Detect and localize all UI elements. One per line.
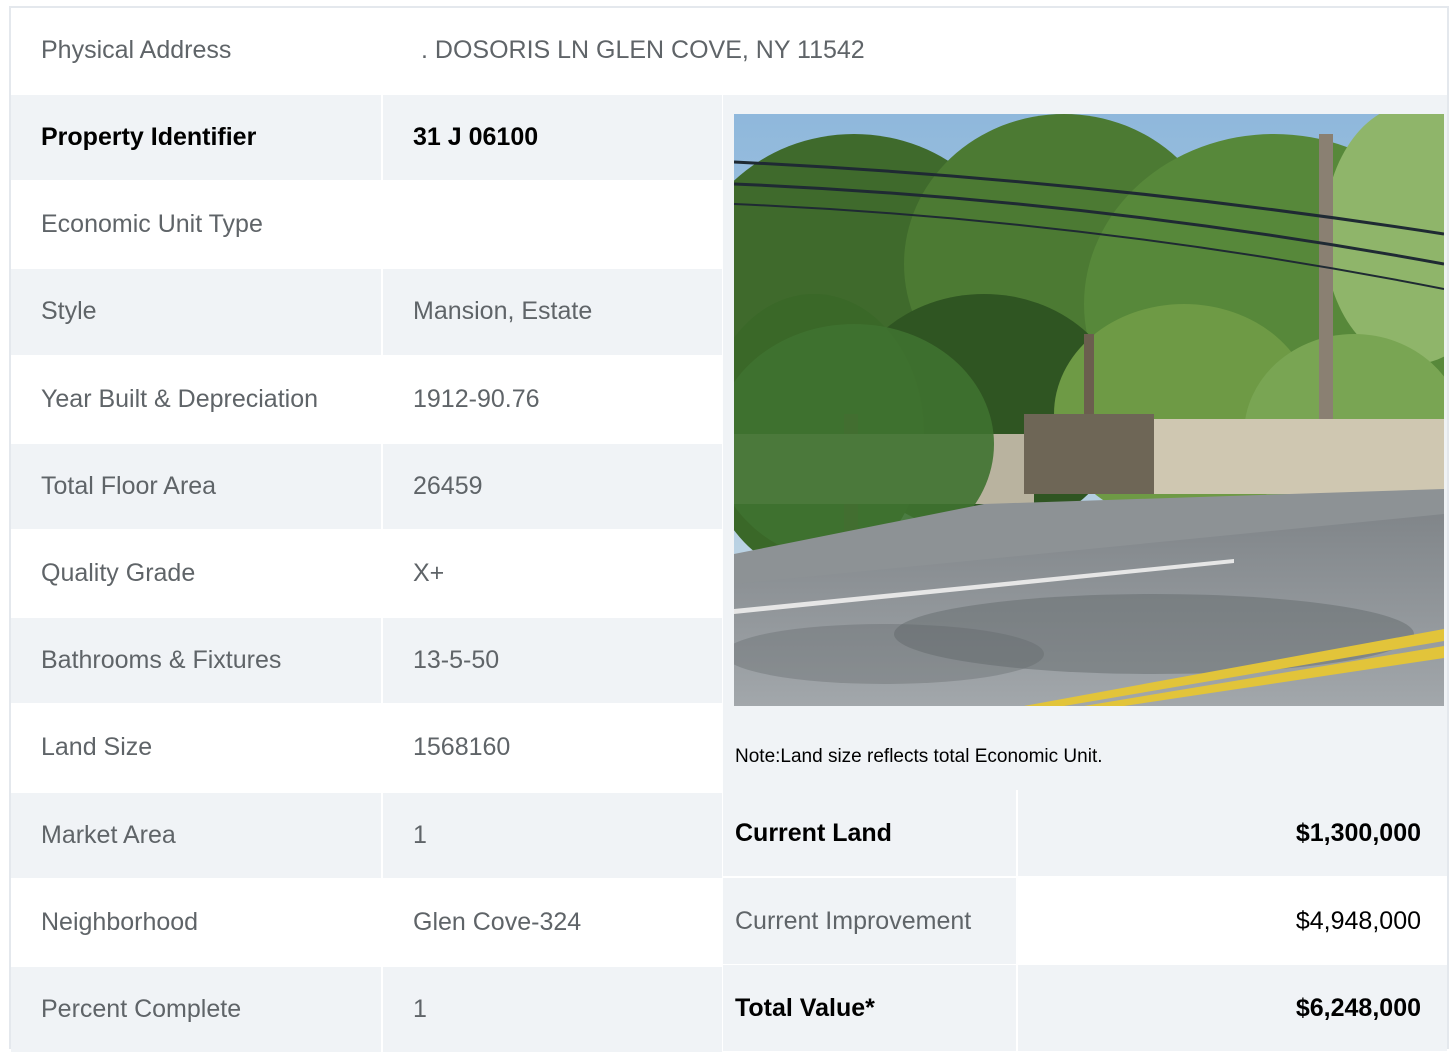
address-label: Physical Address [11, 8, 381, 93]
valuation-amount: $6,248,000 [1018, 965, 1447, 1051]
detail-label: Neighborhood [11, 879, 381, 965]
detail-label: Quality Grade [11, 531, 381, 617]
detail-value: Glen Cove-324 [383, 879, 722, 965]
detail-value: 31 J 06100 [383, 95, 722, 181]
valuation-label: Current Land [723, 790, 1016, 876]
detail-value: Mansion, Estate [383, 269, 722, 355]
detail-value [383, 182, 722, 268]
detail-label: Percent Complete [11, 967, 381, 1052]
detail-label: Bathrooms & Fixtures [11, 618, 381, 704]
detail-value: 1568160 [383, 705, 722, 791]
valuation-label: Current Improvement [723, 878, 1016, 964]
detail-value: 13-5-50 [383, 618, 722, 704]
detail-label: Style [11, 269, 381, 355]
address-value: . DOSORIS LN GLEN COVE, NY 11542 [383, 8, 1447, 93]
detail-value: 26459 [383, 443, 722, 529]
valuation-label: Total Value* [723, 965, 1016, 1051]
detail-label: Market Area [11, 792, 381, 878]
detail-value: X+ [383, 531, 722, 617]
detail-label: Total Floor Area [11, 443, 381, 529]
valuation-amount: $1,300,000 [1018, 790, 1447, 876]
land-size-note: Note:Land size reflects total Economic U… [735, 746, 1103, 767]
property-photo [734, 114, 1444, 706]
detail-value: 1912-90.76 [383, 356, 722, 442]
detail-label: Year Built & Depreciation [11, 356, 381, 442]
detail-label: Land Size [11, 705, 381, 791]
detail-label: Economic Unit Type [11, 182, 381, 268]
detail-value: 1 [383, 792, 722, 878]
valuation-amount: $4,948,000 [1018, 878, 1447, 964]
detail-value: 1 [383, 967, 722, 1052]
detail-label: Property Identifier [11, 95, 381, 181]
